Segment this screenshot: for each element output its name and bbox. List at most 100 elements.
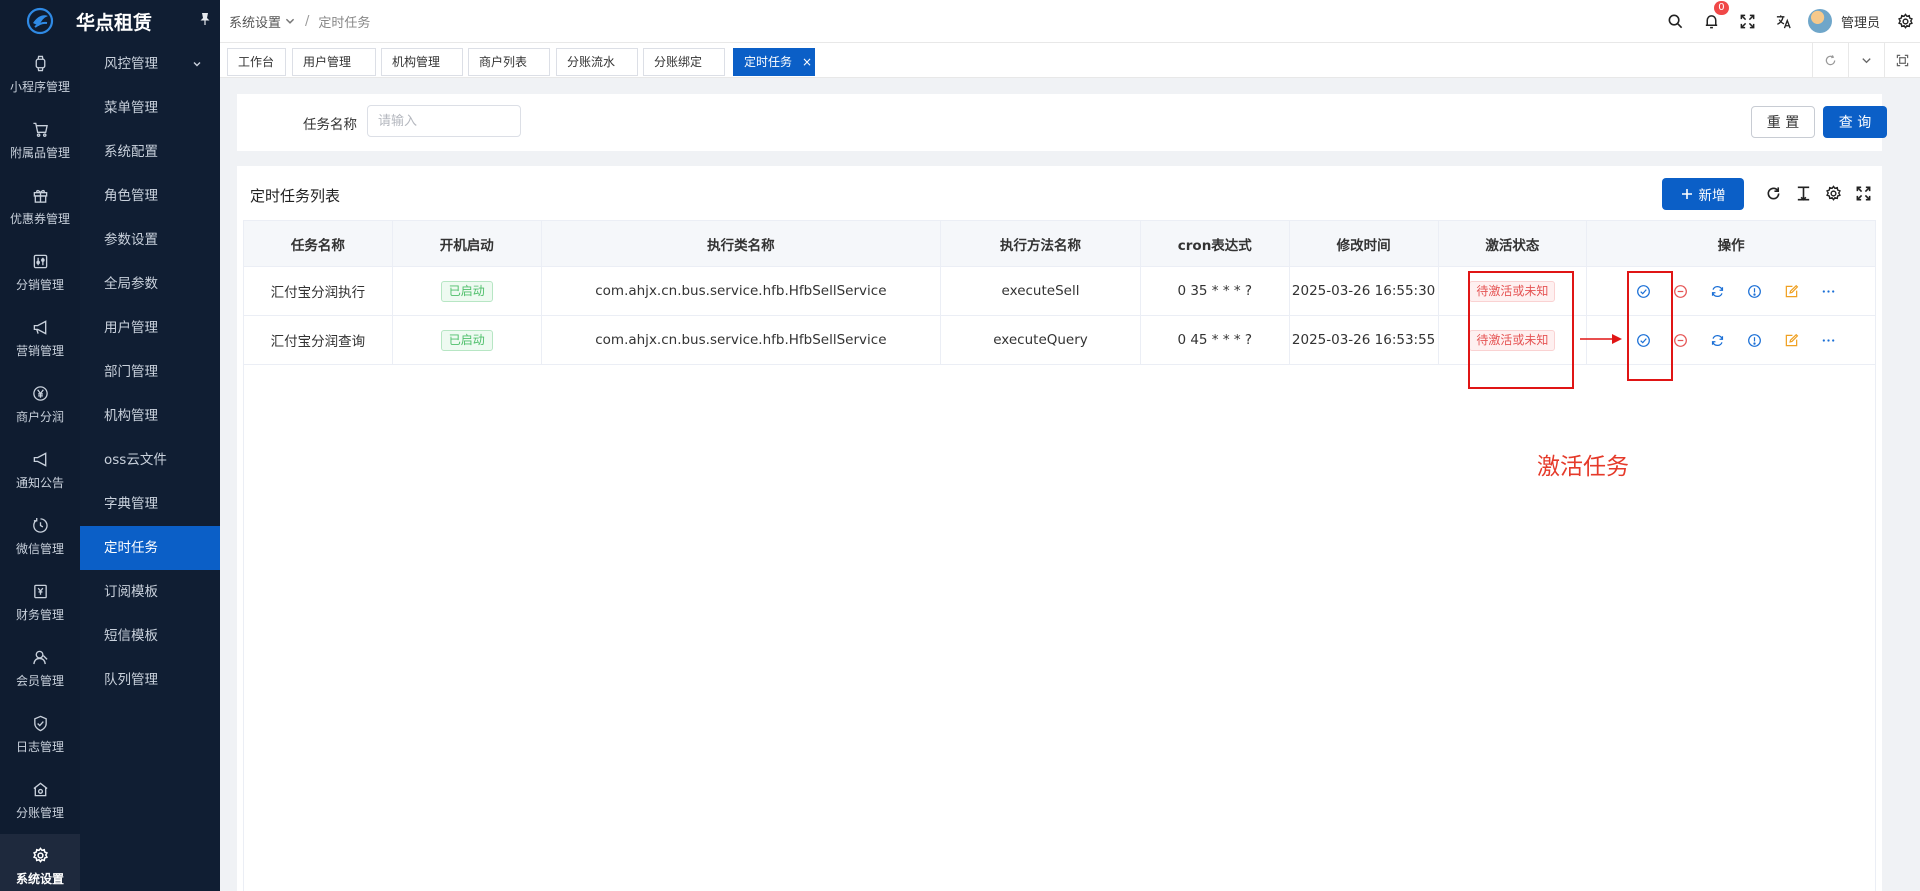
- logo-icon: [26, 7, 54, 35]
- more-icon: [1823, 289, 1835, 293]
- pin-icon[interactable]: [198, 12, 212, 26]
- submenu-item-departments[interactable]: 部门管理: [80, 350, 220, 394]
- rail-item-label: 日志管理: [15, 740, 64, 754]
- rail-item-notices[interactable]: 通知公告: [0, 438, 80, 504]
- submenu-item-label: 定时任务: [104, 540, 158, 556]
- query-button[interactable]: 查 询: [1823, 106, 1887, 138]
- class-cell: com.ahjx.cn.bus.service.hfb.HfbSellServi…: [542, 316, 942, 364]
- tab-menu-button[interactable]: [1848, 43, 1884, 77]
- column-header: cron表达式: [1141, 221, 1290, 266]
- details-button[interactable]: [1747, 280, 1784, 302]
- maximize-button[interactable]: [1884, 43, 1920, 77]
- disable-button[interactable]: [1673, 329, 1710, 351]
- submenu-item-params[interactable]: 参数设置: [80, 218, 220, 262]
- submenu-item-label: oss云文件: [104, 452, 167, 468]
- rail-item-system-settings[interactable]: 系统设置: [0, 834, 80, 891]
- submenu-item-dictionary[interactable]: 字典管理: [80, 482, 220, 526]
- chevron-down-icon: [1862, 57, 1871, 63]
- notifications-button[interactable]: 0: [1694, 0, 1730, 42]
- refresh-tab-button[interactable]: [1812, 43, 1848, 77]
- tab-label: 分账绑定: [654, 55, 703, 69]
- details-button[interactable]: [1747, 329, 1784, 351]
- more-button[interactable]: [1821, 329, 1858, 351]
- method-cell: executeQuery: [941, 316, 1141, 364]
- rail-item-merchant-profit[interactable]: 商户分润: [0, 372, 80, 438]
- edit-button[interactable]: [1784, 280, 1821, 302]
- refresh-table-button[interactable]: [1762, 182, 1784, 204]
- submenu-item-institutions[interactable]: 机构管理: [80, 394, 220, 438]
- rail-item-coupons[interactable]: 优惠券管理: [0, 174, 80, 240]
- close-icon[interactable]: ×: [802, 55, 812, 69]
- density-button[interactable]: [1792, 182, 1814, 204]
- boot-cell: 已启动: [393, 267, 542, 315]
- submenu-item-queues[interactable]: 队列管理: [80, 658, 220, 702]
- user-menu[interactable]: 管理员: [1802, 0, 1890, 42]
- submenu-item-roles[interactable]: 角色管理: [80, 174, 220, 218]
- minus-circle-icon: [1674, 333, 1688, 347]
- clock-icon: [32, 517, 48, 533]
- annotation-box-status: [1468, 271, 1574, 389]
- submenu-item-label: 角色管理: [104, 188, 158, 204]
- submenu-item-label: 字典管理: [104, 496, 158, 512]
- language-button[interactable]: [1766, 0, 1802, 42]
- bell-icon: [1706, 14, 1718, 28]
- disable-button[interactable]: [1673, 280, 1710, 302]
- modified-cell: 2025-03-26 16:53:55: [1290, 316, 1439, 364]
- submenu-item-oss[interactable]: oss云文件: [80, 438, 220, 482]
- fullscreen-table-button[interactable]: [1852, 182, 1874, 204]
- tab-label: 定时任务: [744, 55, 793, 69]
- submenu-item-subscription-templates[interactable]: 订阅模板: [80, 570, 220, 614]
- rail-item-marketing[interactable]: 营销管理: [0, 306, 80, 372]
- task-name-input[interactable]: [367, 105, 521, 137]
- settings-button[interactable]: [1890, 0, 1920, 42]
- gear-icon: [1897, 12, 1913, 29]
- tab-user-management[interactable]: 用户管理: [292, 48, 376, 76]
- column-header: 开机启动: [393, 221, 542, 266]
- tab-tools: [1812, 43, 1920, 77]
- submenu-item-label: 风控管理: [104, 56, 158, 72]
- gear-icon: [1825, 184, 1841, 201]
- brand-name: 华点租赁: [76, 11, 153, 34]
- rail-item-wechat[interactable]: 微信管理: [0, 504, 80, 570]
- tabs-bar: 工作台 用户管理 机构管理 商户列表 分账流水 分账绑定 定时任务 ×: [220, 42, 1920, 78]
- submenu-item-menu[interactable]: 菜单管理: [80, 86, 220, 130]
- column-settings-button[interactable]: [1822, 182, 1844, 204]
- add-task-label: 新增: [1698, 188, 1726, 204]
- submenu-item-sms-templates[interactable]: 短信模板: [80, 614, 220, 658]
- fullscreen-button[interactable]: [1730, 0, 1766, 42]
- rail-item-distribution[interactable]: 分销管理: [0, 240, 80, 306]
- search-button[interactable]: [1658, 0, 1694, 42]
- rail-item-label: 小程序管理: [9, 80, 70, 94]
- tab-merchant-list[interactable]: 商户列表: [468, 48, 550, 76]
- rail-item-label: 优惠券管理: [9, 212, 70, 226]
- breadcrumb-parent[interactable]: 系统设置: [229, 12, 281, 31]
- tab-label: 用户管理: [303, 55, 352, 69]
- submenu-item-global-params[interactable]: 全局参数: [80, 262, 220, 306]
- tab-ledger-binding[interactable]: 分账绑定: [643, 48, 725, 76]
- search-panel: 任务名称 重 置 查 询: [237, 94, 1887, 151]
- avatar: [1807, 9, 1832, 33]
- reset-button[interactable]: 重 置: [1751, 106, 1815, 138]
- run-once-button[interactable]: [1710, 329, 1747, 351]
- rail-item-finance[interactable]: 财务管理: [0, 570, 80, 636]
- add-task-button[interactable]: 新增: [1662, 178, 1744, 210]
- tab-scheduled-tasks[interactable]: 定时任务 ×: [733, 48, 815, 76]
- edit-button[interactable]: [1784, 329, 1821, 351]
- rail-item-label: 商户分润: [15, 410, 64, 424]
- submenu-item-risk-control[interactable]: 风控管理: [80, 42, 220, 86]
- more-button[interactable]: [1821, 280, 1858, 302]
- rail-item-members[interactable]: 会员管理: [0, 636, 80, 702]
- tab-institution-management[interactable]: 机构管理: [381, 48, 463, 76]
- submenu-item-users[interactable]: 用户管理: [80, 306, 220, 350]
- run-once-button[interactable]: [1710, 280, 1747, 302]
- tab-ledger-flow[interactable]: 分账流水: [556, 48, 638, 76]
- tab-workbench[interactable]: 工作台: [227, 48, 286, 76]
- rail-item-logs[interactable]: 日志管理: [0, 702, 80, 768]
- task-name-cell: 汇付宝分润执行: [244, 267, 393, 315]
- app-logo[interactable]: [0, 0, 80, 42]
- rail-item-miniprogram[interactable]: 小程序管理: [0, 42, 80, 108]
- rail-item-accessories[interactable]: 附属品管理: [0, 108, 80, 174]
- rail-item-ledger[interactable]: 分账管理: [0, 768, 80, 834]
- submenu-item-scheduled-tasks[interactable]: 定时任务: [80, 526, 220, 570]
- submenu-item-system-config[interactable]: 系统配置: [80, 130, 220, 174]
